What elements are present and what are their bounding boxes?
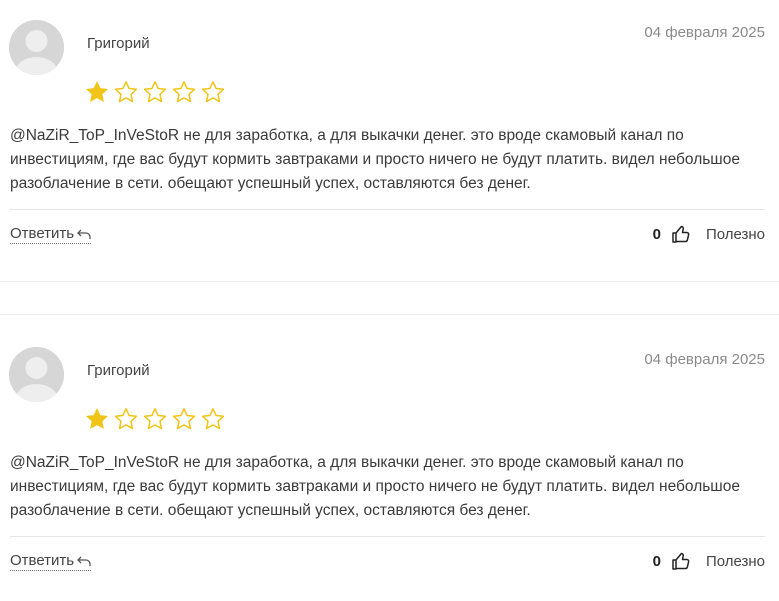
review-date: 04 февраля 2025 — [644, 24, 765, 41]
avatar — [9, 20, 64, 75]
avatar-placeholder-icon — [9, 347, 64, 402]
reply-button[interactable]: Ответить — [10, 225, 92, 244]
review-date: 04 февраля 2025 — [644, 351, 765, 368]
useful-button[interactable]: Полезно — [706, 553, 765, 570]
reply-label: Ответить — [10, 225, 75, 242]
star-filled-icon — [85, 80, 109, 102]
review-card: Григорий 04 февраля 2025 @NaZiR_ToP_InVe… — [0, 347, 779, 587]
divider — [10, 536, 765, 537]
avatar-placeholder-icon — [9, 20, 64, 75]
review-card: Григорий 04 февраля 2025 @NaZiR_ToP_InVe… — [0, 20, 779, 250]
divider — [10, 209, 765, 210]
star-empty-icon — [114, 81, 138, 103]
review-author: Григорий — [87, 35, 150, 52]
reply-label: Ответить — [10, 552, 75, 569]
star-rating — [84, 406, 226, 432]
star-empty-icon — [172, 408, 196, 430]
section-divider — [0, 281, 779, 282]
thumbs-up-icon[interactable] — [671, 551, 691, 571]
star-empty-icon — [114, 408, 138, 430]
star-empty-icon — [172, 81, 196, 103]
star-rating — [84, 79, 226, 105]
star-empty-icon — [143, 81, 167, 103]
thumbs-up-icon[interactable] — [671, 224, 691, 244]
star-filled-icon — [85, 407, 109, 429]
like-count: 0 — [652, 552, 661, 570]
avatar — [9, 347, 64, 402]
vote-block: 0 Полезно — [653, 224, 765, 244]
star-empty-icon — [201, 408, 225, 430]
review-text: @NaZiR_ToP_InVeStoR не для заработка, а … — [10, 454, 740, 519]
reply-arrow-icon — [77, 229, 91, 239]
vote-block: 0 Полезно — [653, 551, 765, 571]
star-empty-icon — [201, 81, 225, 103]
review-author: Григорий — [87, 362, 150, 379]
like-count: 0 — [652, 225, 661, 243]
reply-button[interactable]: Ответить — [10, 552, 92, 571]
useful-button[interactable]: Полезно — [706, 226, 765, 243]
review-text: @NaZiR_ToP_InVeStoR не для заработка, а … — [10, 127, 740, 192]
reply-arrow-icon — [77, 556, 91, 566]
section-divider — [0, 314, 779, 315]
star-empty-icon — [143, 408, 167, 430]
